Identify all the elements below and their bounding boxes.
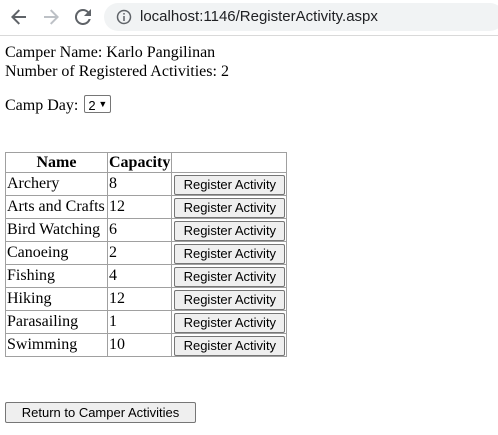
action-cell: Register Activity xyxy=(171,310,288,334)
back-arrow-icon xyxy=(11,9,26,25)
camp-day-value: 2 xyxy=(88,98,96,114)
reload-button[interactable] xyxy=(70,4,96,30)
action-cell: Register Activity xyxy=(171,195,288,219)
camper-name: Camper Name: Karlo Pangilinan xyxy=(5,44,216,61)
activity-capacity: 10 xyxy=(106,333,173,357)
register-activity-button[interactable]: Register Activity xyxy=(174,266,286,287)
activity-name: Parasailing xyxy=(5,310,108,334)
action-cell: Register Activity xyxy=(171,218,288,242)
activity-name: Archery xyxy=(5,172,108,196)
back-button[interactable] xyxy=(6,4,32,30)
header-action xyxy=(171,152,288,173)
activity-name: Fishing xyxy=(5,264,108,288)
info-icon[interactable] xyxy=(116,9,132,25)
activity-name: Canoeing xyxy=(5,241,108,265)
register-activity-button[interactable]: Register Activity xyxy=(174,335,286,356)
dropdown-arrow-icon: ▼ xyxy=(98,99,108,110)
header-capacity: Capacity xyxy=(106,152,173,173)
activities-table: Name Capacity Archery 8 Register Activity A… xyxy=(5,152,288,357)
reload-icon xyxy=(75,9,91,25)
register-activity-button[interactable]: Register Activity xyxy=(174,312,286,333)
camp-day-row: Camp Day: 2 ▼ xyxy=(5,95,112,116)
forward-button[interactable] xyxy=(38,4,64,30)
address-bar[interactable]: localhost:1146/RegisterActivity.aspx xyxy=(104,3,498,31)
activity-name: Hiking xyxy=(5,287,108,311)
activity-capacity: 4 xyxy=(106,264,173,288)
register-activity-button[interactable]: Register Activity xyxy=(174,197,286,218)
activity-capacity: 2 xyxy=(106,241,173,265)
activity-capacity: 12 xyxy=(106,195,173,219)
register-activity-button[interactable]: Register Activity xyxy=(174,243,286,264)
activity-name: Swimming xyxy=(5,333,108,357)
table-row: Arts and Crafts 12 Register Activity xyxy=(5,195,288,219)
action-cell: Register Activity xyxy=(171,333,288,357)
browser-toolbar: localhost:1146/RegisterActivity.aspx xyxy=(0,0,498,36)
table-row: Parasailing 1 Register Activity xyxy=(5,310,288,334)
activity-capacity: 12 xyxy=(106,287,173,311)
action-cell: Register Activity xyxy=(171,172,288,196)
camper-info: Camper Name: Karlo Pangilinan Number of … xyxy=(5,43,229,81)
return-to-camper-activities-button[interactable]: Return to Camper Activities xyxy=(5,402,196,423)
action-cell: Register Activity xyxy=(171,264,288,288)
camp-day-label: Camp Day: xyxy=(5,97,79,114)
header-name: Name xyxy=(5,152,108,173)
activity-name: Arts and Crafts xyxy=(5,195,108,219)
activity-capacity: 8 xyxy=(106,172,173,196)
table-row: Canoeing 2 Register Activity xyxy=(5,241,288,265)
register-activity-button[interactable]: Register Activity xyxy=(174,289,286,310)
registered-count: Number of Registered Activities: 2 xyxy=(5,63,229,80)
register-activity-button[interactable]: Register Activity xyxy=(174,220,286,241)
table-row: Archery 8 Register Activity xyxy=(5,172,288,196)
register-activity-button[interactable]: Register Activity xyxy=(174,174,286,195)
table-row: Bird Watching 6 Register Activity xyxy=(5,218,288,242)
activity-capacity: 6 xyxy=(106,218,173,242)
action-cell: Register Activity xyxy=(171,241,288,265)
forward-arrow-icon xyxy=(44,9,59,25)
table-header-row: Name Capacity xyxy=(5,152,288,173)
activity-capacity: 1 xyxy=(106,310,173,334)
action-cell: Register Activity xyxy=(171,287,288,311)
table-row: Swimming 10 Register Activity xyxy=(5,333,288,357)
camp-day-select[interactable]: 2 ▼ xyxy=(84,95,112,114)
activity-name: Bird Watching xyxy=(5,218,108,242)
table-row: Fishing 4 Register Activity xyxy=(5,264,288,288)
table-row: Hiking 12 Register Activity xyxy=(5,287,288,311)
url-text[interactable]: localhost:1146/RegisterActivity.aspx xyxy=(140,8,378,25)
